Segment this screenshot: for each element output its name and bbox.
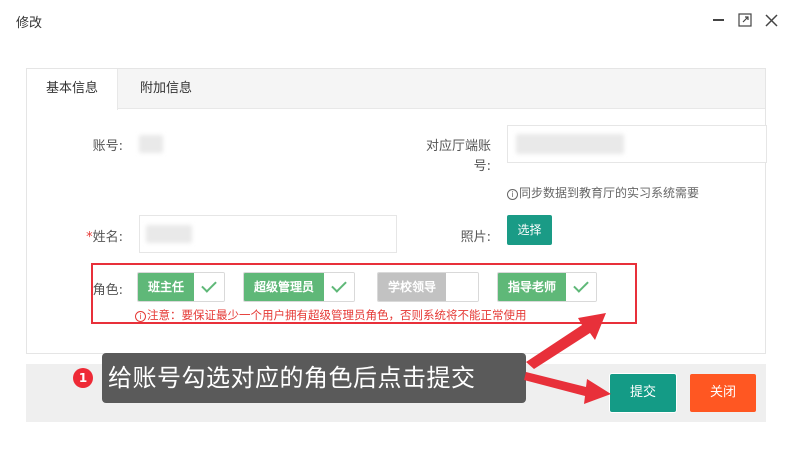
info-icon: i <box>507 189 518 200</box>
hall-account-value-redacted <box>516 134 624 154</box>
photo-label: 照片: <box>460 230 491 245</box>
maximize-icon[interactable] <box>736 10 754 30</box>
edit-dialog: 修改 基本信息 附加信息 账号: 对应厅端账 号: i 同步数据到教育厅的实习系统… <box>0 0 796 452</box>
sync-hint-text: 同步数据到教育厅的实习系统需要 <box>519 186 700 200</box>
roles-highlight-box <box>91 263 637 324</box>
name-label: *姓名: <box>67 226 123 245</box>
name-input[interactable] <box>139 215 397 253</box>
tab-basic-info[interactable]: 基本信息 <box>27 69 119 110</box>
tab-extra-info[interactable]: 附加信息 <box>121 69 211 110</box>
close-icon[interactable] <box>762 10 780 30</box>
hall-account-label-line2: 号: <box>473 159 491 174</box>
close-button[interactable]: 关闭 <box>690 374 756 412</box>
tab-bar: 基本信息 附加信息 <box>27 69 765 110</box>
submit-button[interactable]: 提交 <box>610 374 676 412</box>
name-label-text: 姓名: <box>92 230 123 245</box>
account-label: 账号: <box>92 139 123 154</box>
hall-account-label-line1: 对应厅端账 <box>425 139 491 154</box>
name-value-redacted <box>146 225 192 243</box>
account-value-redacted <box>139 135 163 153</box>
dialog-title: 修改 <box>16 16 43 31</box>
sync-hint: i 同步数据到教育厅的实习系统需要 <box>507 184 699 201</box>
instruction-callout: 给账号勾选对应的角色后点击提交 <box>102 353 526 403</box>
hall-account-input[interactable] <box>507 125 767 163</box>
minimize-icon[interactable] <box>709 10 727 30</box>
select-photo-button[interactable]: 选择 <box>507 215 552 245</box>
dialog-titlebar: 修改 <box>0 0 796 42</box>
step-badge: 1 <box>73 368 93 388</box>
